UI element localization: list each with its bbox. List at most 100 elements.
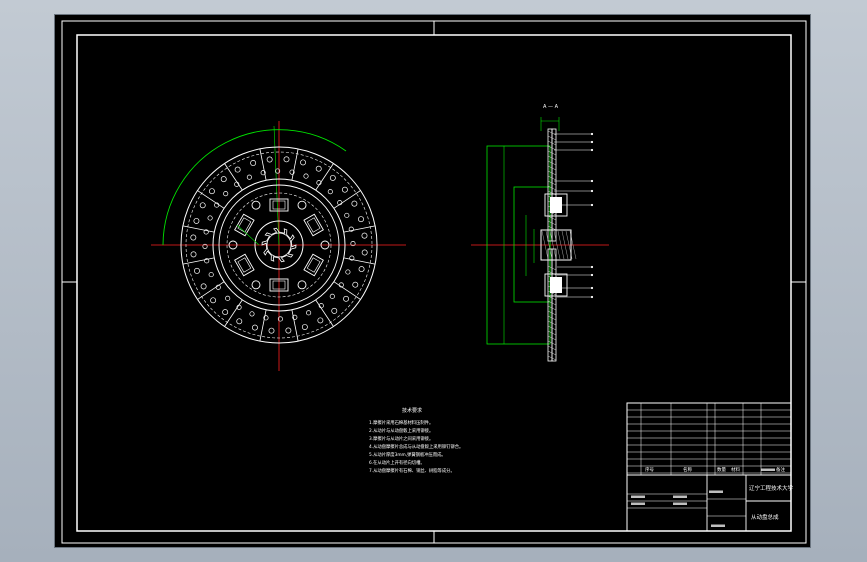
rivet-hole-inner — [303, 173, 309, 179]
balloon-dot — [590, 203, 594, 207]
bom-header-qty: 数量 — [717, 466, 726, 473]
spring-window-outline — [303, 253, 324, 277]
rivet-hole-outer — [331, 307, 338, 314]
spring-coil-lower — [550, 277, 562, 293]
rivet-hole-outer — [222, 309, 229, 316]
rivet-hole-outer — [193, 217, 200, 224]
rivet-hole-inner — [207, 215, 213, 221]
section-label: A — A — [543, 104, 559, 110]
rivet-hole-outer — [234, 166, 241, 173]
small-text-mark — [673, 502, 687, 505]
rivet-hole-inner — [306, 310, 312, 316]
balloon-dot — [590, 140, 594, 144]
rivet-hole-outer — [220, 176, 227, 183]
rivet-hole-inner — [329, 293, 335, 299]
small-text-mark — [711, 524, 725, 527]
rivet-hole-outer — [210, 297, 217, 304]
stop-pin — [297, 280, 307, 290]
rivet-hole-outer — [190, 251, 197, 258]
bom-header-name: 名称 — [683, 466, 692, 473]
rivet-hole-outer — [190, 234, 197, 241]
spring-window — [303, 213, 324, 237]
balloon-dot — [590, 265, 594, 269]
rivet-hole-outer — [301, 324, 308, 330]
small-text-mark — [631, 495, 645, 498]
technical-requirements-block: 技术要求 1.摩擦片采用石棉基材料压制件。 2.从动片与从动盘毂上采用铆接。 3… — [369, 407, 463, 474]
rivet-hole-outer — [208, 188, 215, 195]
rivet-hole-outer — [341, 186, 348, 193]
tech-req-item-5: 5.从动片厚度3mm,弹簧钢板冲压而成。 — [369, 451, 446, 458]
bom-table-rows — [627, 409, 791, 474]
rivet-hole-inner — [249, 311, 255, 317]
tech-req-item-7: 7.从动盘摩擦片有石棉、铜丝、树脂等成分。 — [369, 467, 455, 474]
tech-req-item-3: 3.摩擦片与从动片之间采用铆接。 — [369, 435, 433, 442]
rivet-hole-outer — [361, 249, 368, 256]
rivet-hole-outer — [236, 318, 243, 325]
small-text-mark — [761, 468, 775, 471]
rivet-hole-outer — [315, 165, 322, 172]
small-text-mark — [673, 495, 687, 498]
section-view-a-a: A — A — [471, 104, 609, 362]
bom-header-no: 序号 — [645, 466, 654, 473]
sheet-outer-border — [61, 20, 807, 544]
spring-window — [303, 253, 324, 277]
rivet-hole-outer — [194, 267, 200, 274]
balloon-dot — [590, 273, 594, 277]
facing-slot-line — [291, 309, 299, 342]
title-block-frame — [626, 402, 792, 532]
rivet-hole-outer — [250, 160, 257, 166]
org-name: 辽宁工程技术大学 — [749, 484, 794, 492]
facing-slot-line — [291, 148, 299, 181]
hub-dimension-leader — [236, 224, 260, 246]
rivet-hole-outer — [317, 317, 324, 324]
rivet-hole-outer — [199, 202, 206, 209]
tech-req-item-4: 4.从动盘摩擦片总成与从动盘毂上采用铆钉铆合。 — [369, 443, 463, 450]
tech-req-item-2: 2.从动片与从动盘毂上采用铆接。 — [369, 427, 433, 434]
rivet-hole-inner — [223, 191, 229, 197]
bom-header-material: 材料 — [731, 466, 740, 473]
rivet-hole-outer — [358, 266, 365, 273]
stop-pin — [251, 200, 261, 210]
rivet-hole-inner — [208, 272, 214, 278]
rivet-hole-outer — [285, 327, 292, 334]
small-text-mark — [631, 502, 645, 505]
spring-window-outline — [303, 213, 324, 237]
spring-window — [234, 213, 255, 237]
balloon-dot — [590, 286, 594, 290]
spring-window — [234, 253, 255, 277]
front-view-clutch-disc — [151, 121, 406, 371]
rivet-hole-outer — [343, 295, 350, 302]
rivet-hole-outer — [329, 174, 336, 181]
rivet-hole-outer — [351, 200, 358, 207]
rivet-hole-outer — [268, 327, 275, 334]
rivet-hole-outer — [266, 156, 273, 163]
rivet-hole-outer — [358, 216, 364, 223]
spring-window-outline — [234, 253, 255, 277]
balloon-dot — [590, 179, 594, 183]
bom-header-remark: 备注 — [776, 466, 785, 473]
cad-application: A — A 技术要求 1.摩擦片采用石棉基材料压制件。 2.从动片与从动盘毂上采… — [0, 0, 867, 562]
rivet-hole-inner — [345, 269, 351, 275]
rivet-hole-outer — [361, 232, 368, 239]
rivet-hole-outer — [300, 159, 307, 166]
rivet-hole-inner — [344, 212, 350, 218]
small-text-mark — [709, 490, 723, 493]
rivet-hole-inner — [246, 174, 252, 180]
stop-pin — [297, 200, 307, 210]
balloon-dot — [590, 148, 594, 152]
balloon-dot — [590, 189, 594, 193]
tech-req-item-6: 6.在从动片上开有径向切槽。 — [369, 459, 425, 466]
rivet-hole-outer — [283, 156, 290, 163]
drawing-name: 从动盘总成 — [751, 513, 779, 521]
title-block: 序号 名称 数量 材料 备注 辽宁工程技术大学 从动盘总成 — [626, 402, 794, 532]
rivet-hole-outer — [251, 324, 258, 331]
tech-req-title: 技术要求 — [402, 407, 422, 414]
rivet-hole-inner — [225, 295, 231, 301]
balloon-dot — [590, 132, 594, 136]
rivet-hole-inner — [327, 189, 333, 195]
balloon-dot — [590, 295, 594, 299]
drawing-viewport[interactable]: A — A 技术要求 1.摩擦片采用石棉基材料压制件。 2.从动片与从动盘毂上采… — [54, 14, 811, 548]
rivet-hole-outer — [352, 281, 359, 288]
cad-drawing-canvas[interactable]: A — A 技术要求 1.摩擦片采用石棉基材料压制件。 2.从动片与从动盘毂上采… — [55, 15, 812, 549]
part-balloons — [554, 132, 594, 299]
